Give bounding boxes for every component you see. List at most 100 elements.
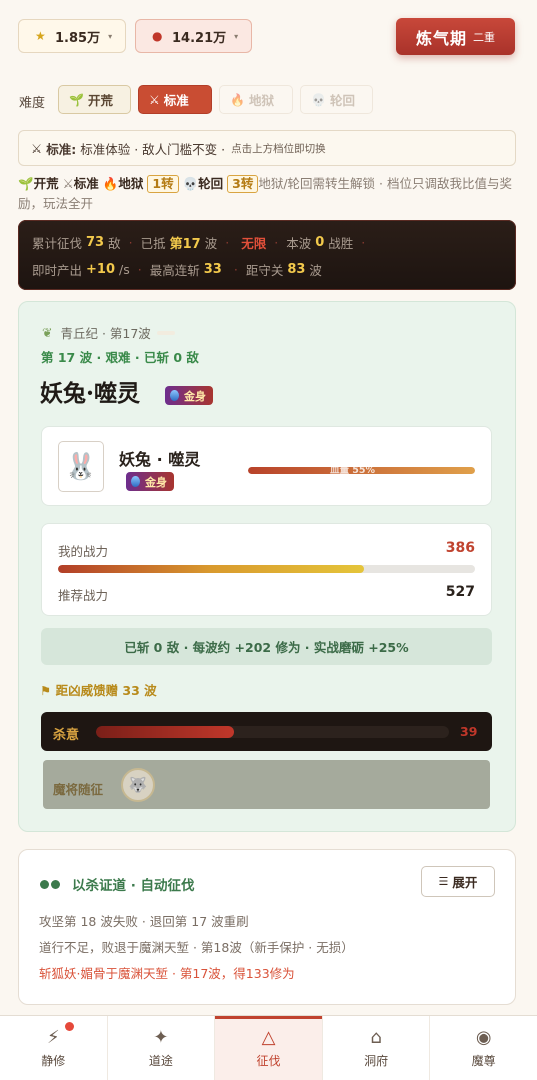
total-unit: 敌: [108, 236, 121, 251]
rabbit-avatar-icon: 🐰: [58, 441, 104, 492]
breadcrumb-text: 青丘纪 · 第17波: [60, 326, 151, 341]
status-dots-icon: [40, 879, 62, 889]
nav-label: 洞府: [364, 1054, 389, 1068]
rebirth-tag-3: 3转: [227, 175, 259, 193]
lightning-icon: ⚡: [46, 1027, 60, 1048]
skull-icon: 💀: [182, 176, 199, 191]
badge-label: 金身: [184, 389, 206, 403]
kill-intent-fill: [96, 726, 234, 738]
wave-label: 本波: [286, 236, 312, 251]
log-line: 斩狐妖·媚骨于魔渊天堑 · 第17波，得133修为: [39, 966, 295, 981]
unlock-t2: 标准: [73, 176, 99, 191]
flag-icon: ⚑: [40, 683, 52, 698]
nav-meditate[interactable]: ⚡ 静修: [0, 1016, 108, 1080]
swords-icon: ⚔: [62, 176, 74, 191]
sparkle-icon: ✦: [153, 1027, 169, 1048]
notification-dot: [65, 1022, 74, 1031]
wave-value: 0: [315, 235, 325, 250]
bottom-nav: ⚡ 静修 ✦ 道途 △ 征伐 ⌂ 洞府 ◉ 魔尊: [0, 1015, 537, 1080]
wolf-avatar-icon[interactable]: 🐺: [121, 768, 155, 802]
reached-unit: 波: [204, 236, 218, 251]
arrow-icon: △: [261, 1027, 276, 1048]
star-value: 1.85万: [55, 30, 101, 46]
nav-label: 静修: [41, 1054, 66, 1068]
power-bar-fill: [58, 565, 364, 573]
skull-icon: 💀: [311, 92, 326, 107]
blood-value: 14.21万: [172, 30, 227, 46]
sprout-icon: 🌱: [18, 176, 34, 191]
my-power-value: 386: [445, 540, 475, 556]
enemy-panel: [41, 426, 492, 506]
total-value: 73: [86, 235, 105, 250]
gain-summary: 已斩 0 敌 · 每波约 +202 修为 · 实战磨砺 +25%: [41, 628, 492, 665]
unlimited-badge: 无限: [241, 236, 267, 251]
golden-body-badge: 金身: [126, 472, 174, 491]
nav-conquest[interactable]: △ 征伐: [215, 1016, 323, 1080]
spirit-stone-pill[interactable]: ★ 1.85万 ▾: [18, 19, 126, 53]
difficulty-option-hell[interactable]: 🔥 地狱: [219, 85, 293, 114]
recommended-power-label: 推荐战力: [58, 588, 109, 603]
blood-drop-icon: ●: [152, 29, 163, 43]
list-icon: ☰: [438, 875, 449, 888]
log-line: 道行不足，败退于魔渊天堑 · 第18波（新手保护 · 无损）: [39, 940, 354, 955]
difficulty-option-samsara[interactable]: 💀 轮回: [300, 85, 373, 114]
swords-icon: ⚔: [149, 92, 160, 107]
difficulty-option-label: 标准: [163, 93, 189, 108]
dist-value: 83: [287, 262, 306, 277]
nav-label: 魔尊: [471, 1054, 496, 1068]
chevron-down-icon: ▾: [108, 31, 113, 41]
nav-demon-lord[interactable]: ◉ 魔尊: [430, 1016, 537, 1080]
unlock-t1: 开荒: [33, 176, 59, 191]
rebirth-tag-1: 1转: [147, 175, 179, 193]
log-line: 攻坚第 18 波失败 · 退回第 17 波重刷: [39, 914, 249, 929]
difficulty-option-label: 地狱: [248, 93, 274, 108]
rate-value: +10: [86, 262, 115, 277]
nav-cave[interactable]: ⌂ 洞府: [323, 1016, 431, 1080]
kill-intent-track: [96, 726, 449, 738]
golden-body-badge: 金身: [165, 386, 213, 405]
unlock-t4: 轮回: [198, 176, 224, 191]
my-power-label: 我的战力: [58, 544, 109, 559]
difficulty-option-label: 轮回: [329, 93, 355, 108]
nav-path[interactable]: ✦ 道途: [108, 1016, 216, 1080]
power-bar: [58, 565, 475, 573]
wave-status: 第 17 波 · 艰难 · 已斩 0 敌: [41, 350, 199, 365]
difficulty-label: 难度: [19, 96, 46, 111]
difficulty-option-standard[interactable]: ⚔ 标准: [138, 85, 212, 114]
expand-button[interactable]: ☰ 展开: [421, 866, 495, 897]
breadcrumb: ❦ 青丘纪 · 第17波: [42, 323, 175, 342]
home-icon: ⌂: [370, 1027, 382, 1048]
realm-sub: 二重: [473, 30, 495, 44]
reached-value: 第17: [169, 237, 201, 252]
demon-general-label: 魔将随征: [53, 782, 104, 797]
enemy-hp-text: 血量 55%: [330, 465, 376, 476]
demon-general-bar[interactable]: [43, 760, 490, 809]
unlock-note: 🌱开荒 ⚔标准 🔥地狱 1转 💀轮回 3转 地狱/轮回需转生解锁 · 档位只调敌我…: [18, 174, 518, 214]
recommended-power-value: 527: [445, 584, 475, 600]
swords-icon: ⚔: [31, 140, 43, 156]
difficulty-option-pioneer[interactable]: 🌱 开荒: [58, 85, 131, 114]
realm-button[interactable]: 炼气期 二重: [396, 18, 515, 55]
stats-panel: 累计征伐 73 敌 · 已抵 第17 波 · 无限 · 本波 0 战胜 · 即时…: [18, 220, 516, 290]
enemy-title: 妖兔·噬灵: [40, 380, 141, 407]
streak-value: 33: [203, 262, 222, 277]
star-icon: ★: [35, 29, 46, 43]
difficulty-info-bar: ⚔ 标准: 标准体验 · 敌人门槛不变 · 点击上方档位即切换: [18, 130, 516, 166]
chevron-down-icon: ▾: [234, 31, 239, 41]
breadcrumb-divider: [156, 330, 175, 335]
sprout-icon: 🌱: [69, 92, 84, 107]
kill-intent-value: 39: [460, 724, 478, 739]
expand-label: 展开: [452, 875, 478, 890]
unlock-t3: 地狱: [118, 176, 144, 191]
target-icon: ◉: [475, 1027, 492, 1048]
log-title-text: 以杀证道 · 自动征伐: [72, 878, 195, 894]
realm-main: 炼气期: [415, 28, 467, 48]
leaf-icon: ❦: [42, 325, 53, 340]
rate-unit: /s: [119, 262, 130, 277]
info-desc: 标准体验 · 敌人门槛不变 ·: [80, 141, 226, 157]
reached-label: 已抵: [140, 236, 166, 251]
gem-icon: [131, 476, 140, 487]
info-name: 标准:: [46, 141, 77, 157]
blood-essence-pill[interactable]: ● 14.21万 ▾: [135, 19, 252, 53]
fire-icon: 🔥: [230, 92, 245, 107]
